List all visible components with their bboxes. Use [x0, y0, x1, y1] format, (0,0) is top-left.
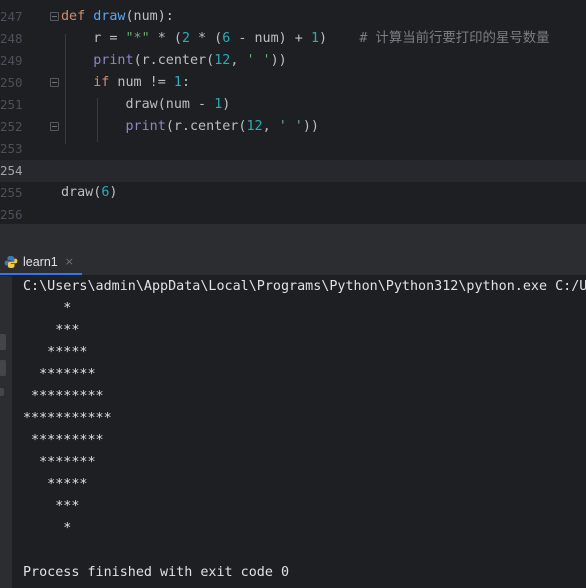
code-token: (r.center( [133, 53, 215, 68]
console-output-line: * [23, 301, 72, 316]
code-text: draw(num - 1) [61, 94, 230, 116]
close-icon[interactable]: × [65, 255, 74, 268]
code-line[interactable]: 254 [0, 160, 586, 182]
run-side-toolbar [0, 276, 12, 588]
python-icon [4, 255, 18, 268]
line-number: 251 [0, 97, 23, 112]
code-token: : [181, 75, 190, 90]
code-token: 1 [173, 75, 182, 90]
code-token: ' ' [278, 119, 303, 134]
code-token: ' ' [246, 53, 271, 68]
code-token: - num) + [230, 31, 311, 46]
run-console-output[interactable]: C:\Users\admin\AppData\Local\Programs\Py… [12, 276, 586, 588]
console-output-line: *********** [23, 411, 112, 426]
code-token: (num): [125, 9, 174, 24]
code-line[interactable]: 252 print(r.center(12, ' ')) [0, 116, 586, 138]
code-token: if [93, 75, 110, 90]
code-token: draw(num - [61, 97, 215, 112]
fold-toggle-icon[interactable] [50, 122, 59, 131]
console-output-line: ***** [23, 477, 88, 492]
code-token: 1 [310, 31, 319, 46]
code-line[interactable]: 249 print(r.center(12, ' ')) [0, 50, 586, 72]
line-number: 247 [0, 9, 23, 24]
code-token: ) [109, 185, 118, 200]
code-token: * ( [190, 31, 223, 46]
run-tab-learn1[interactable]: learn1 × [0, 250, 82, 275]
code-text: draw(6) [61, 182, 117, 204]
line-number: 249 [0, 53, 23, 68]
code-token: 12 [214, 53, 231, 68]
code-line-partial: # ... [0, 0, 586, 6]
code-text: if num != 1: [61, 72, 190, 94]
code-line[interactable]: 247 def draw(num): [0, 6, 586, 28]
code-token: # 计算当前行要打印的星号数量 [359, 31, 550, 46]
indent-guide [65, 34, 66, 144]
code-token: num != [109, 75, 174, 90]
code-editor[interactable]: 247 def draw(num): 248 r = "*" * (2 * (6 -… [0, 0, 586, 224]
code-token: , [262, 119, 279, 134]
code-line[interactable]: 255 draw(6) [0, 182, 586, 204]
console-output-line: ******* [23, 455, 96, 470]
code-text: r = "*" * (2 * (6 - num) + 1) # 计算当前行要打印… [61, 28, 550, 50]
code-token: print [93, 53, 134, 68]
stop-button[interactable] [0, 360, 6, 376]
console-output-line: ********* [23, 433, 104, 448]
line-number: 256 [0, 207, 23, 222]
code-line[interactable]: 248 r = "*" * (2 * (6 - num) + 1) # 计算当前… [0, 28, 586, 50]
code-text: def draw(num): [61, 6, 174, 28]
line-number: 253 [0, 141, 23, 156]
code-token: (r.center( [165, 119, 247, 134]
console-output-line: ********* [23, 389, 104, 404]
code-token: r = [61, 31, 126, 46]
code-token: )) [302, 119, 319, 134]
code-line[interactable]: 256 [0, 204, 586, 224]
console-output-line: Process finished with exit code 0 [23, 565, 290, 580]
code-token: draw [93, 9, 126, 24]
code-token: draw( [61, 185, 102, 200]
code-token: )) [270, 53, 287, 68]
line-number: 254 [0, 163, 23, 178]
line-number: 255 [0, 185, 23, 200]
code-token: ) [222, 97, 231, 112]
code-text: print(r.center(12, ' ')) [61, 50, 287, 72]
code-area[interactable]: 247 def draw(num): 248 r = "*" * (2 * (6 -… [0, 0, 586, 224]
code-token: , [230, 53, 247, 68]
code-line[interactable]: 251 draw(num - 1) [0, 94, 586, 116]
console-output-line: * [23, 521, 72, 536]
code-token: def [61, 9, 94, 24]
tab-label: learn1 [23, 254, 58, 269]
code-line[interactable]: 253 [0, 138, 586, 160]
code-text: print(r.center(12, ' ')) [61, 116, 320, 138]
code-line[interactable]: 250 if num != 1: [0, 72, 586, 94]
code-token: "*" [125, 31, 150, 46]
code-token: * ( [149, 31, 182, 46]
line-number: 252 [0, 119, 23, 134]
code-token: ) [319, 31, 360, 46]
console-output-line: ******* [23, 367, 96, 382]
line-number: 250 [0, 75, 23, 90]
code-text: # ... [93, 0, 133, 6]
fold-toggle-icon[interactable] [50, 78, 59, 87]
panel-splitter[interactable] [0, 224, 586, 250]
settings-button[interactable] [0, 388, 4, 396]
code-token: print [125, 119, 166, 134]
code-token: 12 [246, 119, 263, 134]
code-token: 2 [181, 31, 190, 46]
rerun-button[interactable] [0, 334, 6, 350]
command-line: C:\Users\admin\AppData\Local\Programs\Py… [23, 279, 586, 294]
console-output-line: *** [23, 499, 80, 514]
line-number: 248 [0, 31, 23, 46]
run-tool-window-header: learn1 × [0, 250, 586, 276]
indent-guide [97, 98, 98, 142]
console-output-line: *** [23, 323, 80, 338]
console-output-line: ***** [23, 345, 88, 360]
fold-toggle-icon[interactable] [50, 12, 59, 21]
